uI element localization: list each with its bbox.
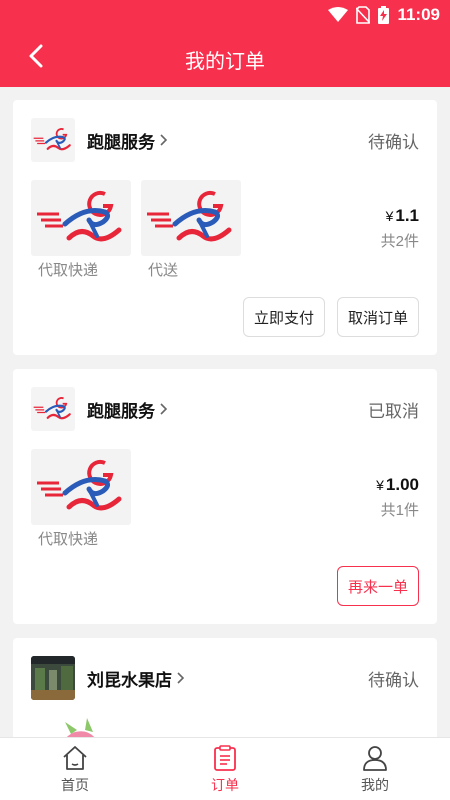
order-card[interactable]: 刘昆水果店 待确认	[13, 638, 437, 737]
tab-orders[interactable]: 订单	[150, 738, 300, 800]
goods-image	[141, 180, 241, 256]
goods-list: 代取快递	[31, 449, 131, 549]
order-price: ¥1.00	[376, 475, 419, 495]
tab-label: 订单	[211, 777, 239, 793]
status-bar: 11:09	[0, 0, 450, 30]
price-value: 1.1	[395, 206, 419, 225]
goods-name: 代取快递	[38, 531, 99, 548]
goods-list: 代取快递 代送	[31, 180, 241, 280]
order-actions: 再来一单	[336, 566, 419, 606]
price-block: ¥1.1 共2件	[381, 206, 419, 251]
shop-row[interactable]: 跑腿服务	[31, 387, 168, 431]
item-count: 共1件	[380, 502, 419, 519]
status-time: 11:09	[397, 5, 440, 24]
currency-symbol: ¥	[385, 208, 394, 224]
item-count: 共2件	[380, 233, 419, 250]
price-value: 1.00	[385, 475, 419, 494]
wifi-icon	[328, 7, 349, 22]
order-card[interactable]: 跑腿服务 待确认 代取快递 代送 ¥1.1 共2件 立即支付 取消订单	[13, 100, 437, 355]
header: 我的订单	[0, 30, 450, 87]
shop-logo	[31, 656, 75, 700]
chevron-right-icon	[177, 672, 185, 684]
goods-item[interactable]: 代取快递	[31, 449, 131, 549]
pay-now-button[interactable]: 立即支付	[242, 297, 325, 337]
goods-item[interactable]: 代取快递	[31, 180, 131, 280]
order-price: ¥1.1	[381, 206, 419, 226]
reorder-button[interactable]: 再来一单	[336, 566, 419, 606]
status-icons: 11:09	[328, 5, 440, 25]
shop-name[interactable]: 刘昆水果店	[87, 666, 172, 691]
tab-home[interactable]: 首页	[0, 738, 150, 800]
order-status: 待确认	[368, 671, 419, 690]
order-icon	[214, 745, 236, 771]
tab-mine[interactable]: 我的	[300, 738, 450, 800]
goods-image[interactable]	[41, 718, 141, 737]
goods-item[interactable]: 代送	[141, 180, 241, 280]
goods-name: 代送	[148, 262, 179, 279]
order-actions: 立即支付 取消订单	[242, 297, 419, 337]
goods-image	[31, 449, 131, 525]
tab-label: 首页	[61, 777, 89, 793]
shop-name[interactable]: 跑腿服务	[87, 128, 155, 153]
chevron-right-icon	[160, 403, 168, 415]
shop-row[interactable]: 刘昆水果店	[31, 656, 185, 700]
user-icon	[363, 746, 387, 771]
currency-symbol: ¥	[376, 477, 384, 493]
goods-name: 代取快递	[38, 262, 99, 279]
battery-charging-icon	[378, 6, 390, 24]
shop-logo	[31, 118, 75, 162]
shop-logo	[31, 387, 75, 431]
shop-name[interactable]: 跑腿服务	[87, 397, 155, 422]
cancel-order-button[interactable]: 取消订单	[336, 297, 419, 337]
home-icon	[63, 746, 87, 770]
no-sim-icon	[356, 6, 371, 24]
shop-row[interactable]: 跑腿服务	[31, 118, 168, 162]
order-status: 已取消	[368, 402, 419, 421]
order-card[interactable]: 跑腿服务 已取消 代取快递 ¥1.00 共1件 再来一单	[13, 369, 437, 624]
chevron-right-icon	[160, 134, 168, 146]
price-block: ¥1.00 共1件	[376, 475, 419, 520]
order-list[interactable]: 跑腿服务 待确认 代取快递 代送 ¥1.1 共2件 立即支付 取消订单 跑腿服务…	[0, 87, 450, 737]
page-title: 我的订单	[185, 51, 265, 73]
goods-image	[31, 180, 131, 256]
order-status: 待确认	[368, 133, 419, 152]
tab-label: 我的	[361, 777, 389, 793]
tab-bar: 首页 订单 我的	[0, 737, 450, 800]
